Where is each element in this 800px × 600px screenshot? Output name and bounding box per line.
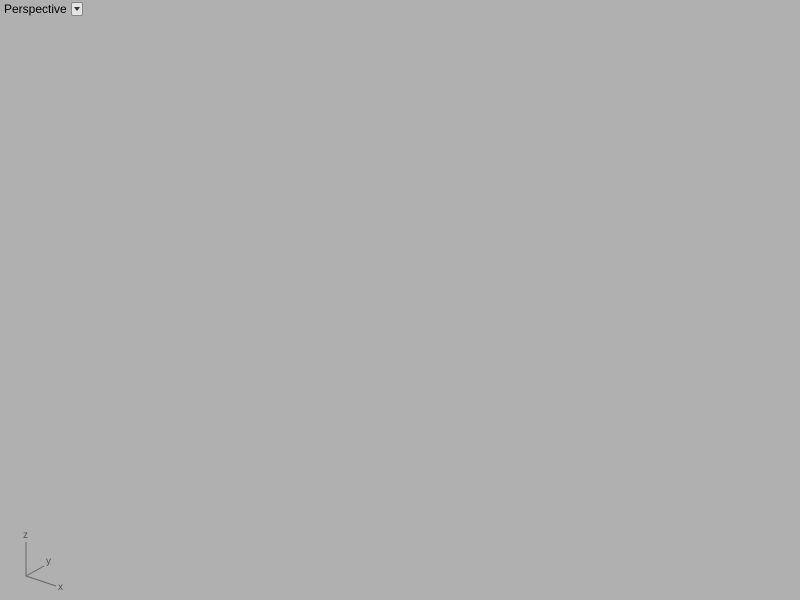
chevron-down-icon[interactable]	[71, 2, 83, 16]
viewport-3d-scene[interactable]	[0, 0, 800, 600]
viewport-label-text: Perspective	[2, 2, 71, 16]
viewport-label-dropdown[interactable]: Perspective	[2, 2, 83, 16]
perspective-viewport[interactable]: Perspective zxy	[0, 0, 800, 600]
